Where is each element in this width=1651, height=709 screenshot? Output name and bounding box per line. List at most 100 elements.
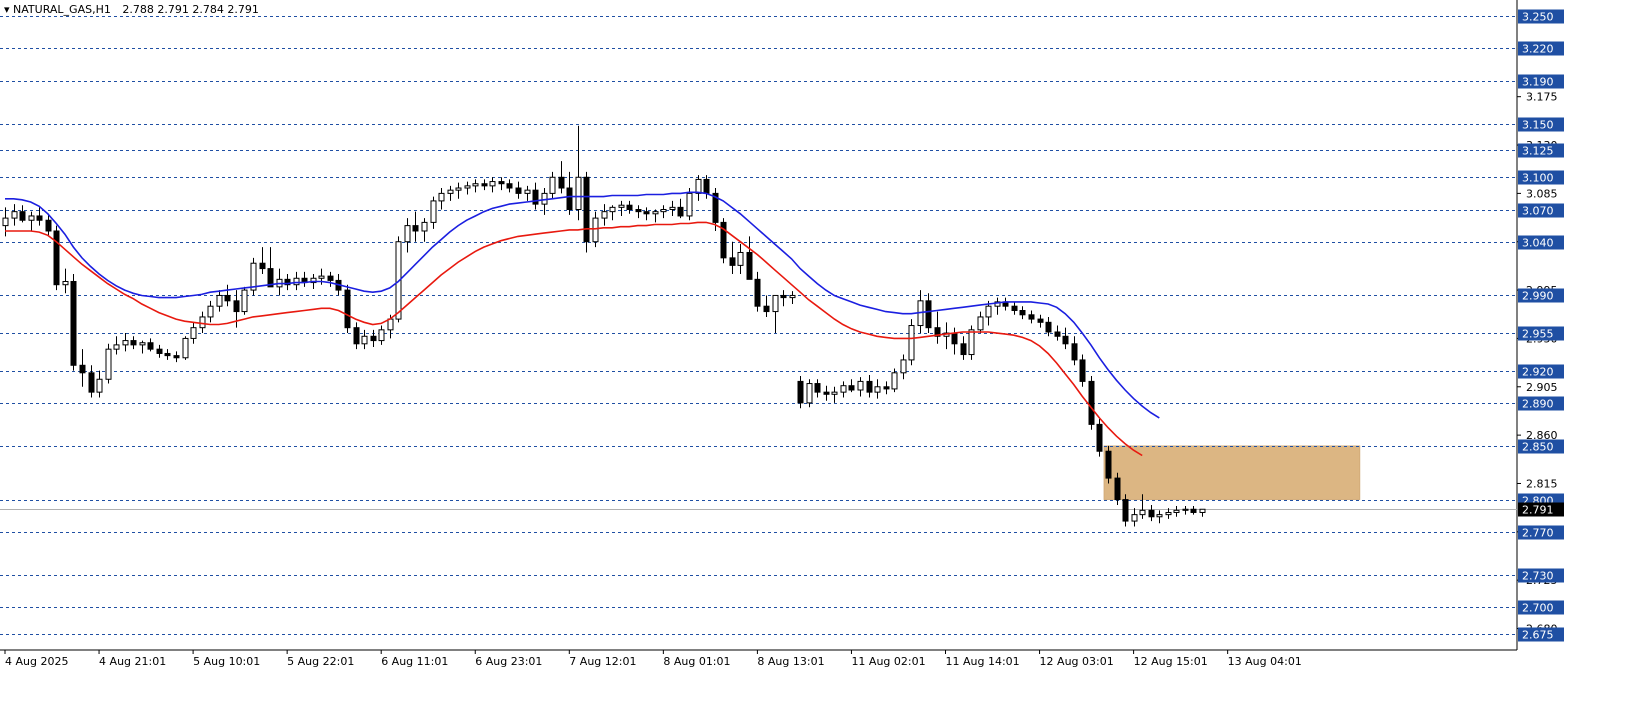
candle[interactable]	[575, 176, 582, 211]
candle[interactable]	[139, 342, 146, 346]
candle[interactable]	[1199, 508, 1206, 513]
candle[interactable]	[293, 277, 300, 286]
candle[interactable]	[1173, 509, 1180, 513]
candle[interactable]	[370, 335, 377, 342]
candle[interactable]	[122, 340, 129, 346]
candle[interactable]	[1182, 508, 1189, 511]
candle[interactable]	[780, 294, 787, 299]
candle[interactable]	[814, 383, 821, 393]
candle[interactable]	[1019, 309, 1026, 316]
candle[interactable]	[1045, 321, 1052, 333]
candle[interactable]	[874, 386, 881, 393]
candle[interactable]	[62, 280, 69, 286]
candle[interactable]	[1156, 514, 1163, 518]
candle[interactable]	[592, 217, 599, 243]
candle[interactable]	[823, 391, 830, 395]
candle[interactable]	[1131, 514, 1138, 522]
candle[interactable]	[626, 204, 633, 211]
candle[interactable]	[70, 280, 77, 366]
candle[interactable]	[1071, 343, 1078, 361]
candle[interactable]	[1122, 499, 1129, 522]
candle[interactable]	[378, 329, 385, 342]
candle[interactable]	[549, 176, 556, 194]
candle[interactable]	[207, 305, 214, 318]
candle[interactable]	[498, 181, 505, 185]
candle[interactable]	[1190, 508, 1197, 513]
candle[interactable]	[156, 348, 163, 354]
candle[interactable]	[643, 211, 650, 215]
candle[interactable]	[857, 380, 864, 391]
candle[interactable]	[387, 318, 394, 331]
candle[interactable]	[515, 187, 522, 194]
candle[interactable]	[566, 187, 573, 211]
chart-area[interactable]: ▾ NATURAL_GAS,H1 2.788 2.791 2.784 2.791…	[0, 0, 1651, 705]
candle[interactable]	[797, 380, 804, 404]
candle[interactable]	[908, 325, 915, 361]
candle[interactable]	[182, 337, 189, 359]
candle[interactable]	[361, 335, 368, 345]
candle[interactable]	[164, 352, 171, 357]
candle[interactable]	[601, 211, 608, 219]
candle[interactable]	[79, 364, 86, 374]
candle[interactable]	[977, 316, 984, 331]
candle[interactable]	[951, 332, 958, 345]
candle[interactable]	[412, 225, 419, 232]
candle[interactable]	[746, 251, 753, 280]
candle[interactable]	[216, 294, 223, 307]
candle[interactable]	[532, 189, 539, 205]
candle[interactable]	[806, 383, 813, 404]
candle[interactable]	[481, 183, 488, 187]
candle[interactable]	[36, 215, 43, 221]
candle[interactable]	[447, 189, 454, 194]
candle[interactable]	[96, 378, 103, 393]
candle[interactable]	[985, 305, 992, 318]
candle[interactable]	[763, 305, 770, 313]
candle[interactable]	[583, 176, 590, 243]
candle[interactable]	[900, 359, 907, 374]
candle[interactable]	[233, 300, 240, 313]
candle[interactable]	[404, 225, 411, 243]
candle[interactable]	[105, 348, 112, 380]
candle[interactable]	[558, 176, 565, 189]
candle[interactable]	[88, 372, 95, 393]
candle[interactable]	[729, 257, 736, 266]
candle[interactable]	[960, 343, 967, 356]
candle[interactable]	[1028, 314, 1035, 320]
candle[interactable]	[848, 385, 855, 391]
candle[interactable]	[652, 211, 659, 215]
candle[interactable]	[147, 342, 154, 350]
candle[interactable]	[1139, 509, 1146, 516]
candle[interactable]	[327, 275, 334, 281]
candle[interactable]	[754, 278, 761, 307]
candle[interactable]	[430, 200, 437, 223]
candle[interactable]	[524, 189, 531, 194]
candle[interactable]	[840, 385, 847, 393]
candle[interactable]	[53, 230, 60, 286]
candle[interactable]	[609, 206, 616, 213]
candle[interactable]	[1148, 509, 1155, 518]
candle[interactable]	[968, 329, 975, 356]
collapse-arrow-icon[interactable]: ▾	[4, 3, 10, 16]
candle[interactable]	[455, 187, 462, 191]
candle[interactable]	[130, 340, 137, 346]
candle[interactable]	[1165, 511, 1172, 516]
candle[interactable]	[259, 262, 266, 270]
candle[interactable]	[695, 178, 702, 194]
candle[interactable]	[19, 211, 26, 221]
candle[interactable]	[318, 275, 325, 279]
candle[interactable]	[464, 185, 471, 189]
candle[interactable]	[925, 300, 932, 329]
candle[interactable]	[1079, 359, 1086, 382]
candle[interactable]	[489, 181, 496, 187]
candle[interactable]	[677, 206, 684, 217]
candle[interactable]	[506, 183, 513, 189]
candle[interactable]	[438, 192, 445, 202]
candle[interactable]	[11, 211, 18, 219]
candle[interactable]	[737, 251, 744, 266]
candle[interactable]	[2, 217, 9, 227]
price-zone-rectangle[interactable]	[1103, 445, 1361, 500]
candle[interactable]	[635, 209, 642, 213]
candle[interactable]	[344, 289, 351, 329]
candle[interactable]	[891, 372, 898, 390]
candle[interactable]	[1062, 335, 1069, 345]
